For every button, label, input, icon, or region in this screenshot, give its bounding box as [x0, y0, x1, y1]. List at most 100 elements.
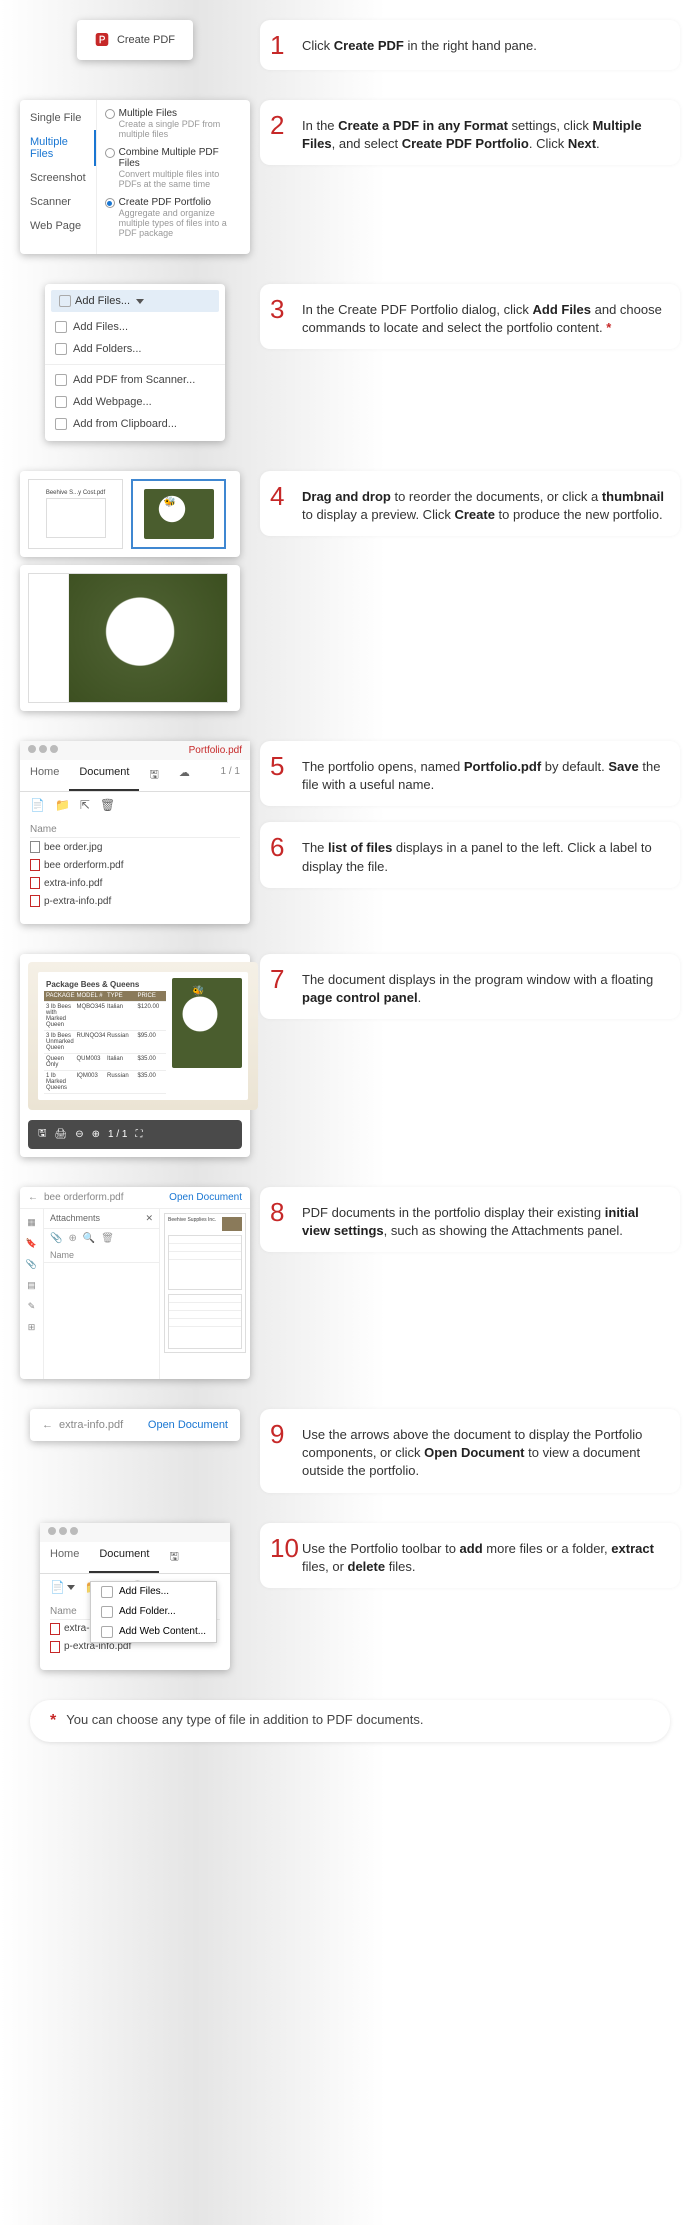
table-title: Package Bees & Queens: [44, 978, 166, 991]
step-4: Beehive S...y Cost.pdf 4 Drag and drop t…: [0, 471, 700, 711]
zoom-in-icon[interactable]: ⊕: [92, 1129, 100, 1140]
tab-document[interactable]: Document: [89, 1542, 159, 1573]
step-number: 1: [270, 32, 294, 58]
fit-icon[interactable]: ⛶: [135, 1129, 142, 1140]
step-7: Package Bees & Queens PACKAGEMODEL #TYPE…: [0, 954, 700, 1157]
open-document-link[interactable]: Open Document: [169, 1192, 242, 1203]
format-options: Multiple FilesCreate a single PDF from m…: [97, 100, 250, 254]
sidebar-tools: ▦ 🔖 📎 ▤ ✎ ⊞: [20, 1209, 44, 1379]
bookmark-icon[interactable]: 🔖: [26, 1238, 37, 1249]
radio-icon-selected: [105, 198, 115, 208]
opt-portfolio[interactable]: Create PDF PortfolioAggregate and organi…: [105, 197, 242, 238]
step-text: In the Create PDF Portfolio dialog, clic…: [302, 296, 664, 337]
step-number: 3: [270, 296, 294, 322]
file-toolbar: 📄 📁 ⇱ 🗑: [20, 792, 250, 818]
step-6-caption: 6 The list of files displays in a panel …: [260, 822, 680, 887]
footnote-text: You can choose any type of file in addit…: [66, 1712, 423, 1730]
save-icon[interactable]: 🖫: [38, 1126, 47, 1143]
add-files-dropdown[interactable]: Add Files...: [51, 290, 219, 312]
tab-document[interactable]: Document: [69, 760, 139, 791]
opt-combine[interactable]: Combine Multiple PDF FilesConvert multip…: [105, 147, 242, 189]
pdf-icon: 🅿: [95, 30, 109, 50]
back-arrow-icon[interactable]: ←: [42, 1419, 53, 1431]
menu-add-webpage[interactable]: Add Webpage...: [45, 391, 225, 413]
step-text: In the Create a PDF in any Format settin…: [302, 112, 664, 153]
step-1: 🅿 Create PDF 1 Click Create PDF in the r…: [0, 20, 700, 70]
data-table: Package Bees & Queens PACKAGEMODEL #TYPE…: [44, 978, 166, 1094]
page-control-panel[interactable]: 🖫 🖨 ⊖ ⊕ 1 / 1 ⛶: [28, 1120, 242, 1149]
menu-divider: [45, 364, 225, 365]
step-9-caption: 9 Use the arrows above the document to d…: [260, 1409, 680, 1493]
create-pdf-label[interactable]: Create PDF: [117, 34, 175, 46]
add-file-icon[interactable]: 📄: [50, 1580, 75, 1594]
signature-icon[interactable]: ✎: [28, 1301, 36, 1312]
tab-scanner[interactable]: Scanner: [20, 190, 96, 214]
opt-multiple-files[interactable]: Multiple FilesCreate a single PDF from m…: [105, 108, 242, 139]
layers-icon[interactable]: ▤: [27, 1280, 36, 1291]
menu-add-files[interactable]: Add Files...: [45, 316, 225, 338]
thumbnail-2-selected[interactable]: [131, 479, 226, 549]
file-item[interactable]: extra-info.pdf: [30, 874, 240, 892]
orderform-preview: Beehive Supplies Inc.: [164, 1213, 246, 1353]
step-text: Use the Portfolio toolbar to add more fi…: [302, 1535, 664, 1576]
breadcrumb: ← bee orderform.pdf Open Document: [20, 1187, 250, 1209]
thumbnails-icon[interactable]: ▦: [27, 1217, 36, 1228]
menu-add-files[interactable]: Add Files...: [91, 1582, 216, 1602]
zoom-out-icon[interactable]: ⊖: [75, 1129, 83, 1140]
document-view-panel: Package Bees & Queens PACKAGEMODEL #TYPE…: [20, 954, 250, 1157]
open-document-link[interactable]: Open Document: [148, 1419, 228, 1431]
tab-multiple-files[interactable]: Multiple Files: [20, 130, 96, 166]
delete-icon[interactable]: 🗑: [100, 798, 115, 812]
image-file-icon: [30, 841, 40, 853]
document-preview: Beehive Supplies Inc.: [160, 1209, 250, 1379]
tags-icon[interactable]: ⊞: [28, 1322, 36, 1333]
tab-home[interactable]: Home: [20, 760, 69, 791]
portfolio-window: Portfolio.pdf Home Document 🖫 ☁ 1 / 1 📄 …: [20, 741, 250, 924]
file-item[interactable]: bee orderform.pdf: [30, 856, 240, 874]
menu-add-scanner[interactable]: Add PDF from Scanner...: [45, 369, 225, 391]
tab-home[interactable]: Home: [40, 1542, 89, 1573]
step-text: The list of files displays in a panel to…: [302, 834, 664, 875]
tab-single-file[interactable]: Single File: [20, 106, 96, 130]
print-icon[interactable]: 🖨: [55, 1129, 68, 1140]
add-dropdown-menu: Add Files... Add Folder... Add Web Conte…: [90, 1581, 217, 1643]
extract-icon[interactable]: ⇱: [80, 798, 90, 812]
step-number: 9: [270, 1421, 294, 1447]
step-text: The document displays in the program win…: [302, 966, 664, 1007]
step-8: ← bee orderform.pdf Open Document ▦ 🔖 📎 …: [0, 1187, 700, 1379]
column-header: Name: [30, 822, 240, 838]
menu-add-web[interactable]: Add Web Content...: [91, 1622, 216, 1642]
pdf-file-icon: [30, 859, 40, 871]
save-icon[interactable]: 🖫: [139, 760, 168, 791]
tab-web-page[interactable]: Web Page: [20, 214, 96, 238]
step-4-caption: 4 Drag and drop to reorder the documents…: [260, 471, 680, 536]
save-icon[interactable]: 🖫: [159, 1542, 188, 1573]
file-item[interactable]: p-extra-info.pdf: [30, 892, 240, 910]
step-2: Single File Multiple Files Screenshot Sc…: [0, 100, 700, 254]
step-text: Click Create PDF in the right hand pane.: [302, 32, 537, 55]
thumbnail-1[interactable]: Beehive S...y Cost.pdf: [28, 479, 123, 549]
add-folder-icon[interactable]: 📁: [55, 798, 70, 812]
menu-add-folders[interactable]: Add Folders...: [45, 338, 225, 360]
table-header-row: PACKAGEMODEL #TYPEPRICE: [44, 991, 166, 1002]
table-row: 3 lb Bees with Marked QueenMQBO345Italia…: [44, 1002, 166, 1031]
attachment-icon[interactable]: 📎: [26, 1259, 37, 1270]
tab-screenshot[interactable]: Screenshot: [20, 166, 96, 190]
window-controls[interactable]: [28, 745, 58, 753]
page-count: 1 / 1: [108, 1129, 127, 1140]
radio-icon: [105, 109, 115, 119]
add-file-icon[interactable]: 📄: [30, 798, 45, 812]
window-controls[interactable]: [48, 1527, 78, 1535]
step-5-6: Portfolio.pdf Home Document 🖫 ☁ 1 / 1 📄 …: [0, 741, 700, 924]
menu-add-folder[interactable]: Add Folder...: [91, 1602, 216, 1622]
cloud-icon[interactable]: ☁: [169, 760, 200, 791]
menu-add-clipboard[interactable]: Add from Clipboard...: [45, 413, 225, 435]
file-item[interactable]: bee order.jpg: [30, 838, 240, 856]
back-icon[interactable]: ←: [28, 1192, 38, 1203]
pdf-file-icon: [50, 1641, 60, 1653]
thumbnail-panel: Beehive S...y Cost.pdf: [20, 471, 240, 557]
close-icon[interactable]: ✕: [145, 1213, 153, 1224]
folder-icon: [55, 343, 67, 355]
step-5-caption: 5 The portfolio opens, named Portfolio.p…: [260, 741, 680, 806]
step-3: Add Files... Add Files... Add Folders...…: [0, 284, 700, 441]
